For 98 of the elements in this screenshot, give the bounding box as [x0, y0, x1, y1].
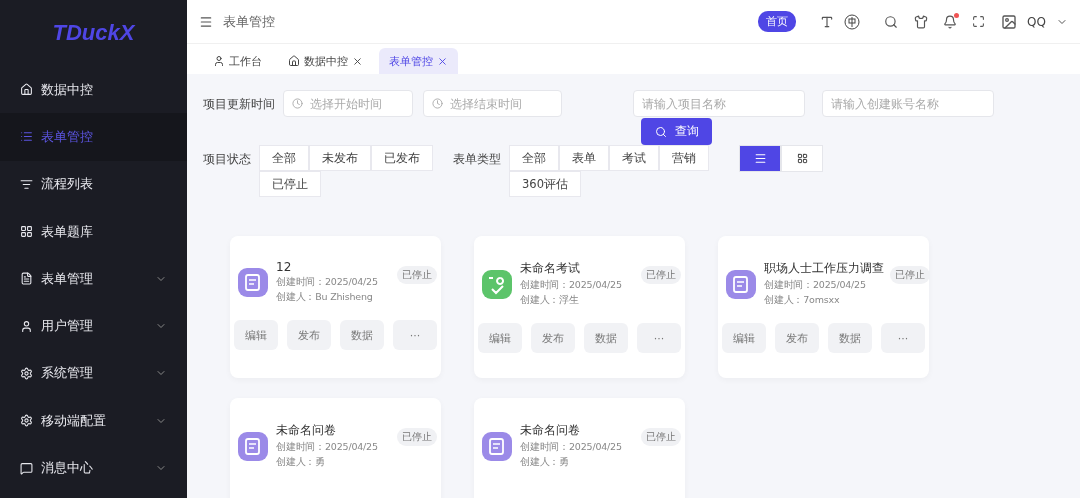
document-icon: [236, 265, 270, 299]
type-option[interactable]: 营销: [659, 145, 709, 171]
filter-label: 项目状态: [203, 151, 251, 167]
status-badge: 已停止: [890, 266, 930, 284]
list-icon: [753, 152, 767, 165]
created-time: 创建时间：2025/04/25: [276, 441, 379, 454]
card-action-button[interactable]: ···: [881, 323, 925, 353]
sidebar-item[interactable]: 流程列表: [0, 160, 187, 208]
sidebar-item[interactable]: 表单题库: [0, 207, 187, 256]
type-option[interactable]: 表单: [559, 145, 609, 171]
house-icon: [288, 55, 300, 67]
fullscreen-icon[interactable]: [972, 15, 986, 28]
sidebar-item[interactable]: 数据中控: [0, 66, 187, 114]
close-icon[interactable]: [437, 55, 448, 67]
view-toggle[interactable]: [739, 145, 781, 172]
card-action-button[interactable]: ···: [393, 320, 437, 350]
status-option[interactable]: 已发布: [371, 145, 433, 171]
grid-icon: [20, 225, 33, 239]
menu-icon[interactable]: [199, 14, 213, 29]
logo: TDuckX: [51, 19, 136, 47]
tab[interactable]: 数据中控: [278, 48, 373, 74]
input-field[interactable]: 请输入项目名称: [633, 90, 805, 117]
clock-icon: [432, 98, 443, 109]
form-icon: [20, 272, 33, 286]
tab[interactable]: 工作台: [203, 48, 272, 74]
form-card[interactable]: 未命名考试 创建时间：2025/04/25 创建人：浮生 已停止 编辑 发布 数据 ···: [474, 236, 685, 378]
date-field[interactable]: 选择结束时间: [423, 90, 562, 117]
created-time: 创建时间：2025/04/25: [520, 441, 623, 454]
input-field[interactable]: 请输入创建账号名称: [822, 90, 994, 117]
house-icon: [20, 83, 33, 97]
card-action-button[interactable]: 数据: [584, 323, 628, 353]
shirt-icon[interactable]: [914, 14, 929, 29]
list-icon: [20, 177, 33, 191]
sidebar-item[interactable]: 消息中心: [0, 444, 187, 492]
card-action-button[interactable]: 数据: [340, 320, 384, 350]
created-time: 创建时间：2025/04/25: [520, 279, 623, 292]
search-icon[interactable]: [884, 14, 899, 29]
status-option[interactable]: 全部: [259, 145, 309, 171]
card-action-button[interactable]: 发布: [531, 323, 575, 353]
status-badge: 已停止: [641, 428, 681, 446]
card-action-button[interactable]: 编辑: [478, 323, 522, 353]
status-option[interactable]: 已停止: [259, 171, 321, 197]
bell-icon[interactable]: [943, 14, 958, 29]
creator: 创建人：浮生: [520, 294, 580, 307]
form-card[interactable]: 职场人士工作压力调查 创建时间：2025/04/25 创建人：7omsxx 已停止 编辑 发布 数据 ···: [718, 236, 929, 378]
form-card[interactable]: 未命名问卷 创建时间：2025/04/25 创建人：勇 已停止: [474, 398, 685, 498]
gear-icon: [20, 366, 33, 380]
gear-icon: [20, 414, 33, 428]
filter-label: 项目更新时间: [203, 96, 275, 112]
card-title: 未命名问卷: [520, 422, 581, 439]
card-action-button[interactable]: 发布: [287, 320, 331, 350]
created-time: 创建时间：2025/04/25: [276, 276, 379, 289]
sidebar-item[interactable]: 表单管理: [0, 255, 187, 303]
creator: 创建人：勇: [520, 456, 570, 469]
tab[interactable]: 表单管控: [379, 48, 458, 74]
card-action-button[interactable]: 发布: [775, 323, 819, 353]
card-action-button[interactable]: 编辑: [234, 320, 278, 350]
form-card[interactable]: 未命名问卷 创建时间：2025/04/25 创建人：勇 已停止: [230, 398, 441, 498]
form-card[interactable]: 12 创建时间：2025/04/25 创建人：Bu Zhisheng 已停止 编辑 发布 数据 ···: [230, 236, 441, 378]
creator: 创建人：7omsxx: [764, 294, 841, 307]
date-field[interactable]: 选择开始时间: [283, 90, 413, 117]
creator: 创建人：Bu Zhisheng: [276, 291, 374, 304]
card-title: 未命名考试: [520, 260, 581, 277]
grid-icon: [796, 153, 808, 164]
user-icon: [213, 55, 225, 67]
card-title: 12: [276, 260, 293, 274]
creator: 创建人：勇: [276, 456, 326, 469]
status-badge: 已停止: [641, 266, 681, 284]
clock-icon: [292, 98, 303, 109]
status-option[interactable]: 未发布: [309, 145, 371, 171]
status-badge: 已停止: [397, 428, 437, 446]
sidebar-item[interactable]: 移动端配置: [0, 397, 187, 445]
card-action-button[interactable]: ···: [637, 323, 681, 353]
type-option[interactable]: 考试: [609, 145, 659, 171]
breadcrumb: 表单管控: [223, 12, 276, 31]
type-option[interactable]: 360评估: [509, 171, 581, 197]
status-badge: 已停止: [397, 266, 437, 284]
view-toggle[interactable]: [781, 145, 823, 172]
sidebar-item[interactable]: 系统管理: [0, 349, 187, 398]
message-icon: [20, 461, 33, 475]
list-icon: [20, 130, 33, 144]
font-size-icon[interactable]: [820, 14, 835, 29]
sidebar-item[interactable]: 用户管理: [0, 302, 187, 350]
card-action-button[interactable]: 数据: [828, 323, 872, 353]
home-button[interactable]: 首页: [758, 11, 797, 32]
created-time: 创建时间：2025/04/25: [764, 279, 867, 292]
card-title: 职场人士工作压力调查: [764, 260, 884, 277]
filter-label: 表单类型: [453, 151, 501, 167]
user-name[interactable]: QQ: [1027, 14, 1046, 29]
card-title: 未命名问卷: [276, 422, 337, 439]
user-icon: [20, 319, 33, 333]
query-button[interactable]: 查询: [641, 118, 712, 145]
avatar-icon[interactable]: [1001, 13, 1018, 30]
search-icon: [654, 125, 667, 138]
close-icon[interactable]: [352, 55, 363, 67]
language-icon[interactable]: [844, 13, 861, 30]
card-action-button[interactable]: 编辑: [722, 323, 766, 353]
type-option[interactable]: 全部: [509, 145, 559, 171]
